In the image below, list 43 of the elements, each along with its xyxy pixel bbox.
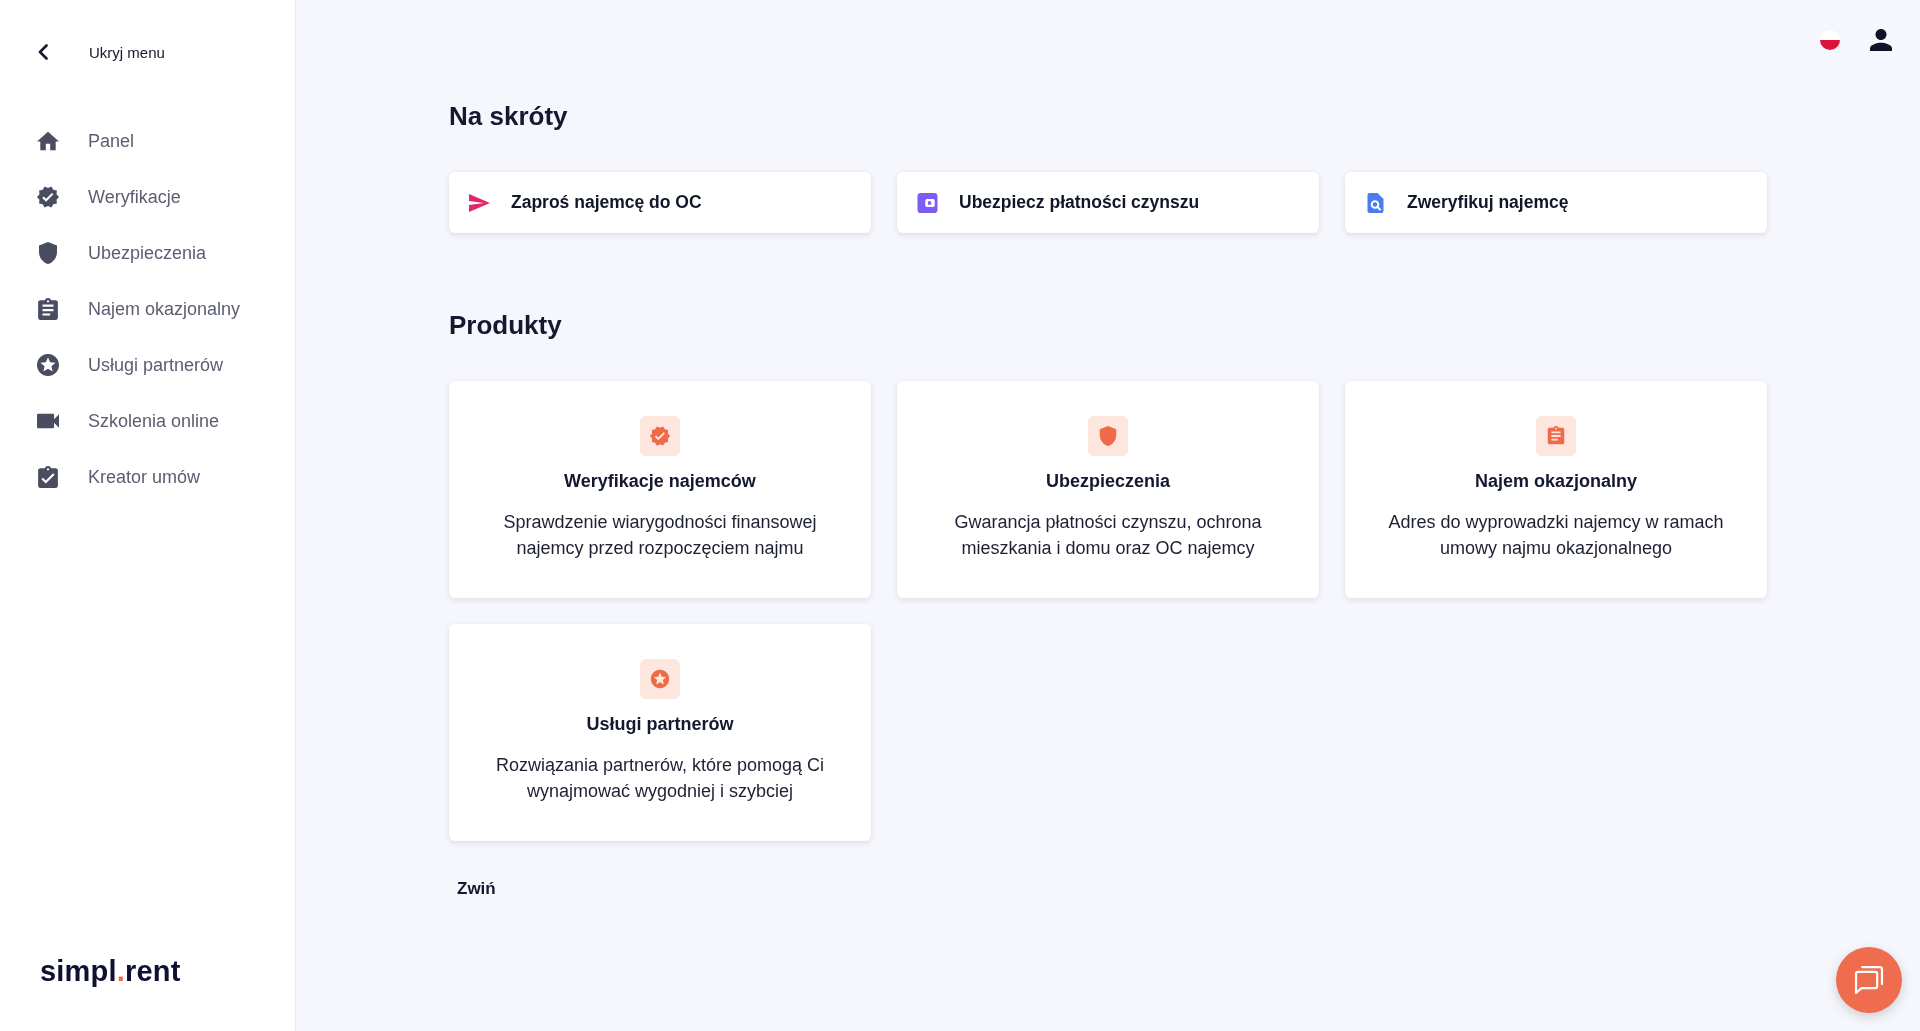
nav-item[interactable]: Kreator umów (36, 449, 201, 505)
product-title: Ubezpieczenia (1045, 470, 1170, 493)
shield-icon (1088, 416, 1128, 456)
user-icon[interactable] (1870, 29, 1892, 51)
hide-menu-button[interactable]: Ukryj menu (36, 32, 165, 72)
section-heading: Na skróty (449, 100, 568, 132)
wallet-icon (917, 192, 938, 213)
nav-item[interactable]: Usługi partnerów (36, 337, 224, 393)
chat-button[interactable] (1836, 947, 1902, 1013)
product-card[interactable]: Ubezpieczenia Gwarancja płatności czynszu, ochrona mieszkania i domu oraz OC najemcy (897, 381, 1319, 598)
clipboard-icon (37, 298, 59, 320)
nav-item[interactable]: Weryfikacje (36, 169, 181, 225)
nav-item[interactable]: Szkolenia online (36, 393, 220, 449)
product-card[interactable]: Najem okazjonalny Adres do wyprowadzki najemcy w ramach umowy najmu okazjonalnego (1345, 381, 1767, 598)
product-card[interactable]: Usługi partnerów Rozwiązania partnerów, które pomogą Ci wynajmować wygodniej i szybciej (449, 624, 871, 841)
collapse-button[interactable]: Zwiń (449, 873, 504, 905)
shortcut-button[interactable]: Zaproś najemcę do OC (449, 172, 871, 233)
paper-plane-icon (469, 192, 490, 213)
nav-item[interactable]: Panel (36, 113, 135, 169)
section-heading: Produkty (449, 309, 562, 341)
chat-icon (1854, 965, 1884, 995)
shield-icon (37, 242, 59, 264)
chevron-left-icon (38, 44, 48, 60)
clipboard-icon (1536, 416, 1576, 456)
verified-badge-icon (640, 416, 680, 456)
product-card[interactable]: Weryfikacje najemców Sprawdzenie wiarygodności finansowej najemcy przed rozpoczęciem najmu (449, 381, 871, 598)
product-description: Adres do wyprowadzki najemcy w ramach umowy najmu okazjonalnego (1387, 511, 1725, 560)
clipboard-check-icon (37, 466, 59, 488)
product-title: Weryfikacje najemców (564, 470, 756, 493)
product-title: Najem okazjonalny (1474, 470, 1638, 493)
product-title: Usługi partnerów (586, 713, 734, 736)
nav-item[interactable]: Ubezpieczenia (36, 225, 207, 281)
flag-icon[interactable] (1820, 30, 1840, 50)
product-description: Sprawdzenie wiarygodności finansowej najemcy przed rozpoczęciem najmu (502, 511, 818, 560)
nav-item[interactable]: Najem okazjonalny (36, 281, 241, 337)
shortcut-button[interactable]: Zweryfikuj najemcę (1345, 172, 1767, 233)
shortcut-button[interactable]: Ubezpiecz płatności czynszu (897, 172, 1319, 233)
home-icon (37, 130, 59, 152)
document-search-icon (1365, 192, 1386, 213)
logo: simpl.rent (40, 955, 181, 987)
product-description: Gwarancja płatności czynszu, ochrona mieszkania i domu oraz OC najemcy (953, 511, 1263, 560)
product-description: Rozwiązania partnerów, które pomogą Ci wynajmować wygodniej i szybciej (494, 754, 826, 803)
verified-badge-icon (37, 186, 59, 208)
